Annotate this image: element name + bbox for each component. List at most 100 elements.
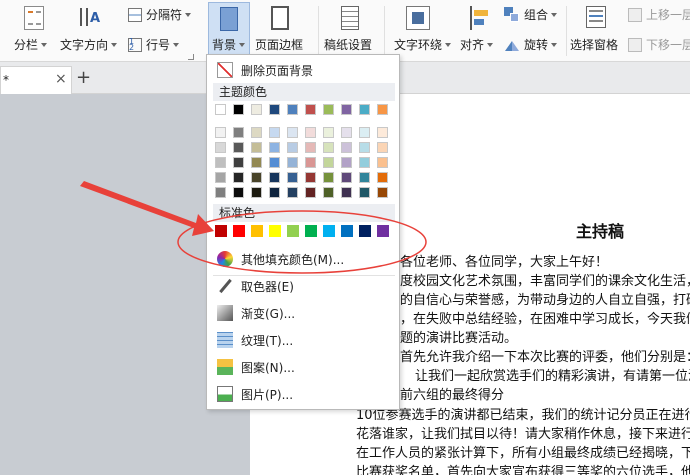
standard-color-swatch[interactable] [341, 225, 353, 237]
theme-shade-swatch[interactable] [287, 187, 298, 198]
theme-shade-swatch[interactable] [305, 127, 316, 138]
selection-pane-button[interactable]: 选择窗格 [568, 2, 624, 56]
texture-item[interactable]: 纹理(T)... [207, 327, 399, 353]
theme-shade-swatch[interactable] [377, 172, 388, 183]
theme-shade-swatch[interactable] [269, 187, 280, 198]
rotate-button[interactable]: 旋转 [504, 36, 558, 53]
theme-shade-swatch[interactable] [215, 157, 226, 168]
theme-shade-swatch[interactable] [359, 187, 370, 198]
standard-color-swatch[interactable] [287, 225, 299, 237]
theme-shade-swatch[interactable] [341, 187, 352, 198]
theme-shade-swatch[interactable] [323, 127, 334, 138]
page-border-button[interactable]: 页面边框 [254, 2, 308, 56]
theme-shade-swatch[interactable] [377, 157, 388, 168]
manuscript-settings-button[interactable]: 稿纸设置 [322, 2, 378, 56]
theme-shade-swatch[interactable] [233, 172, 244, 183]
theme-shade-swatch[interactable] [305, 157, 316, 168]
theme-shade-swatch[interactable] [233, 157, 244, 168]
theme-shade-swatch[interactable] [323, 172, 334, 183]
standard-color-swatch[interactable] [215, 225, 227, 237]
move-up-button[interactable]: 上移一层 [628, 6, 690, 23]
theme-shade-swatch[interactable] [305, 187, 316, 198]
theme-shade-swatch[interactable] [323, 187, 334, 198]
theme-shade-swatch[interactable] [287, 172, 298, 183]
dialog-launcher-icon[interactable] [188, 54, 194, 60]
delete-background-item[interactable]: 删除页面背景 [207, 57, 399, 83]
line-number-button[interactable]: 12 行号 [128, 36, 180, 53]
theme-shade-swatch[interactable] [269, 157, 280, 168]
theme-shade-swatch[interactable] [269, 172, 280, 183]
close-icon[interactable]: × [55, 71, 67, 87]
theme-shade-swatch[interactable] [341, 172, 352, 183]
theme-shade-swatch[interactable] [215, 172, 226, 183]
theme-color-swatch[interactable] [305, 104, 316, 115]
theme-shade-swatch[interactable] [215, 127, 226, 138]
move-down-button[interactable]: 下移一层 [628, 36, 690, 53]
document-tab[interactable]: * × [0, 66, 72, 94]
background-label: 背景 [212, 38, 237, 52]
theme-shade-swatch[interactable] [341, 157, 352, 168]
section-break-button[interactable]: 分隔符 [128, 6, 192, 23]
theme-shade-swatch[interactable] [233, 142, 244, 153]
standard-color-swatch[interactable] [305, 225, 317, 237]
standard-color-swatch[interactable] [233, 225, 245, 237]
theme-shade-swatch[interactable] [377, 127, 388, 138]
theme-shade-swatch[interactable] [359, 172, 370, 183]
new-tab-icon[interactable]: + [76, 67, 91, 88]
theme-shade-swatch[interactable] [251, 127, 262, 138]
more-fill-colors-item[interactable]: 其他填充颜色(M)... [207, 246, 399, 272]
text-direction-button[interactable]: 文字方向 [60, 36, 118, 53]
gradient-item[interactable]: 渐变(G)... [207, 300, 399, 326]
theme-shade-swatch[interactable] [359, 127, 370, 138]
background-button[interactable]: 背景 [208, 2, 250, 56]
theme-shade-swatch[interactable] [341, 127, 352, 138]
picture-item[interactable]: 图片(P)... [207, 381, 399, 407]
theme-color-swatch[interactable] [233, 104, 244, 115]
texture-label: 纹理(T)... [241, 333, 294, 348]
pattern-item[interactable]: 图案(N)... [207, 354, 399, 380]
standard-color-swatch[interactable] [359, 225, 371, 237]
theme-color-swatch[interactable] [287, 104, 298, 115]
theme-shade-swatch[interactable] [287, 157, 298, 168]
theme-shade-swatch[interactable] [251, 157, 262, 168]
theme-shade-swatch[interactable] [269, 127, 280, 138]
group-button[interactable]: 组合 [504, 6, 558, 23]
page-title: 主持稿 [576, 222, 625, 241]
standard-color-swatch[interactable] [377, 225, 389, 237]
theme-shade-swatch[interactable] [287, 127, 298, 138]
standard-color-swatch[interactable] [323, 225, 335, 237]
theme-shade-swatch[interactable] [233, 127, 244, 138]
standard-color-swatch[interactable] [251, 225, 263, 237]
theme-shade-swatch[interactable] [323, 157, 334, 168]
theme-color-swatch[interactable] [323, 104, 334, 115]
theme-shade-swatch[interactable] [305, 172, 316, 183]
theme-shade-swatch[interactable] [323, 142, 334, 153]
theme-color-swatch[interactable] [341, 104, 352, 115]
theme-shade-swatch[interactable] [233, 187, 244, 198]
theme-shade-swatch[interactable] [251, 187, 262, 198]
theme-color-swatch[interactable] [251, 104, 262, 115]
theme-shade-swatch[interactable] [269, 142, 280, 153]
align-button[interactable]: 对齐 [460, 36, 494, 53]
theme-shade-swatch[interactable] [359, 142, 370, 153]
theme-shade-swatch[interactable] [215, 142, 226, 153]
theme-color-swatch[interactable] [269, 104, 280, 115]
theme-shade-swatch[interactable] [251, 142, 262, 153]
theme-shade-swatch[interactable] [377, 142, 388, 153]
theme-color-swatch[interactable] [377, 104, 388, 115]
theme-shade-swatch[interactable] [287, 142, 298, 153]
theme-color-swatch[interactable] [215, 104, 226, 115]
eyedropper-item[interactable]: 取色器(E) [207, 273, 399, 299]
theme-shade-swatch[interactable] [341, 142, 352, 153]
theme-shade-swatch[interactable] [251, 172, 262, 183]
theme-shade-swatch[interactable] [359, 157, 370, 168]
theme-shade-swatch[interactable] [215, 187, 226, 198]
chevron-down-icon [41, 42, 48, 47]
theme-shade-swatch[interactable] [377, 187, 388, 198]
text-wrap-icon [406, 6, 430, 30]
column-break-button[interactable]: 分栏 [14, 36, 48, 53]
standard-color-swatch[interactable] [269, 225, 281, 237]
theme-shade-swatch[interactable] [305, 142, 316, 153]
text-wrap-button[interactable]: 文字环绕 [394, 36, 452, 53]
theme-color-swatch[interactable] [359, 104, 370, 115]
